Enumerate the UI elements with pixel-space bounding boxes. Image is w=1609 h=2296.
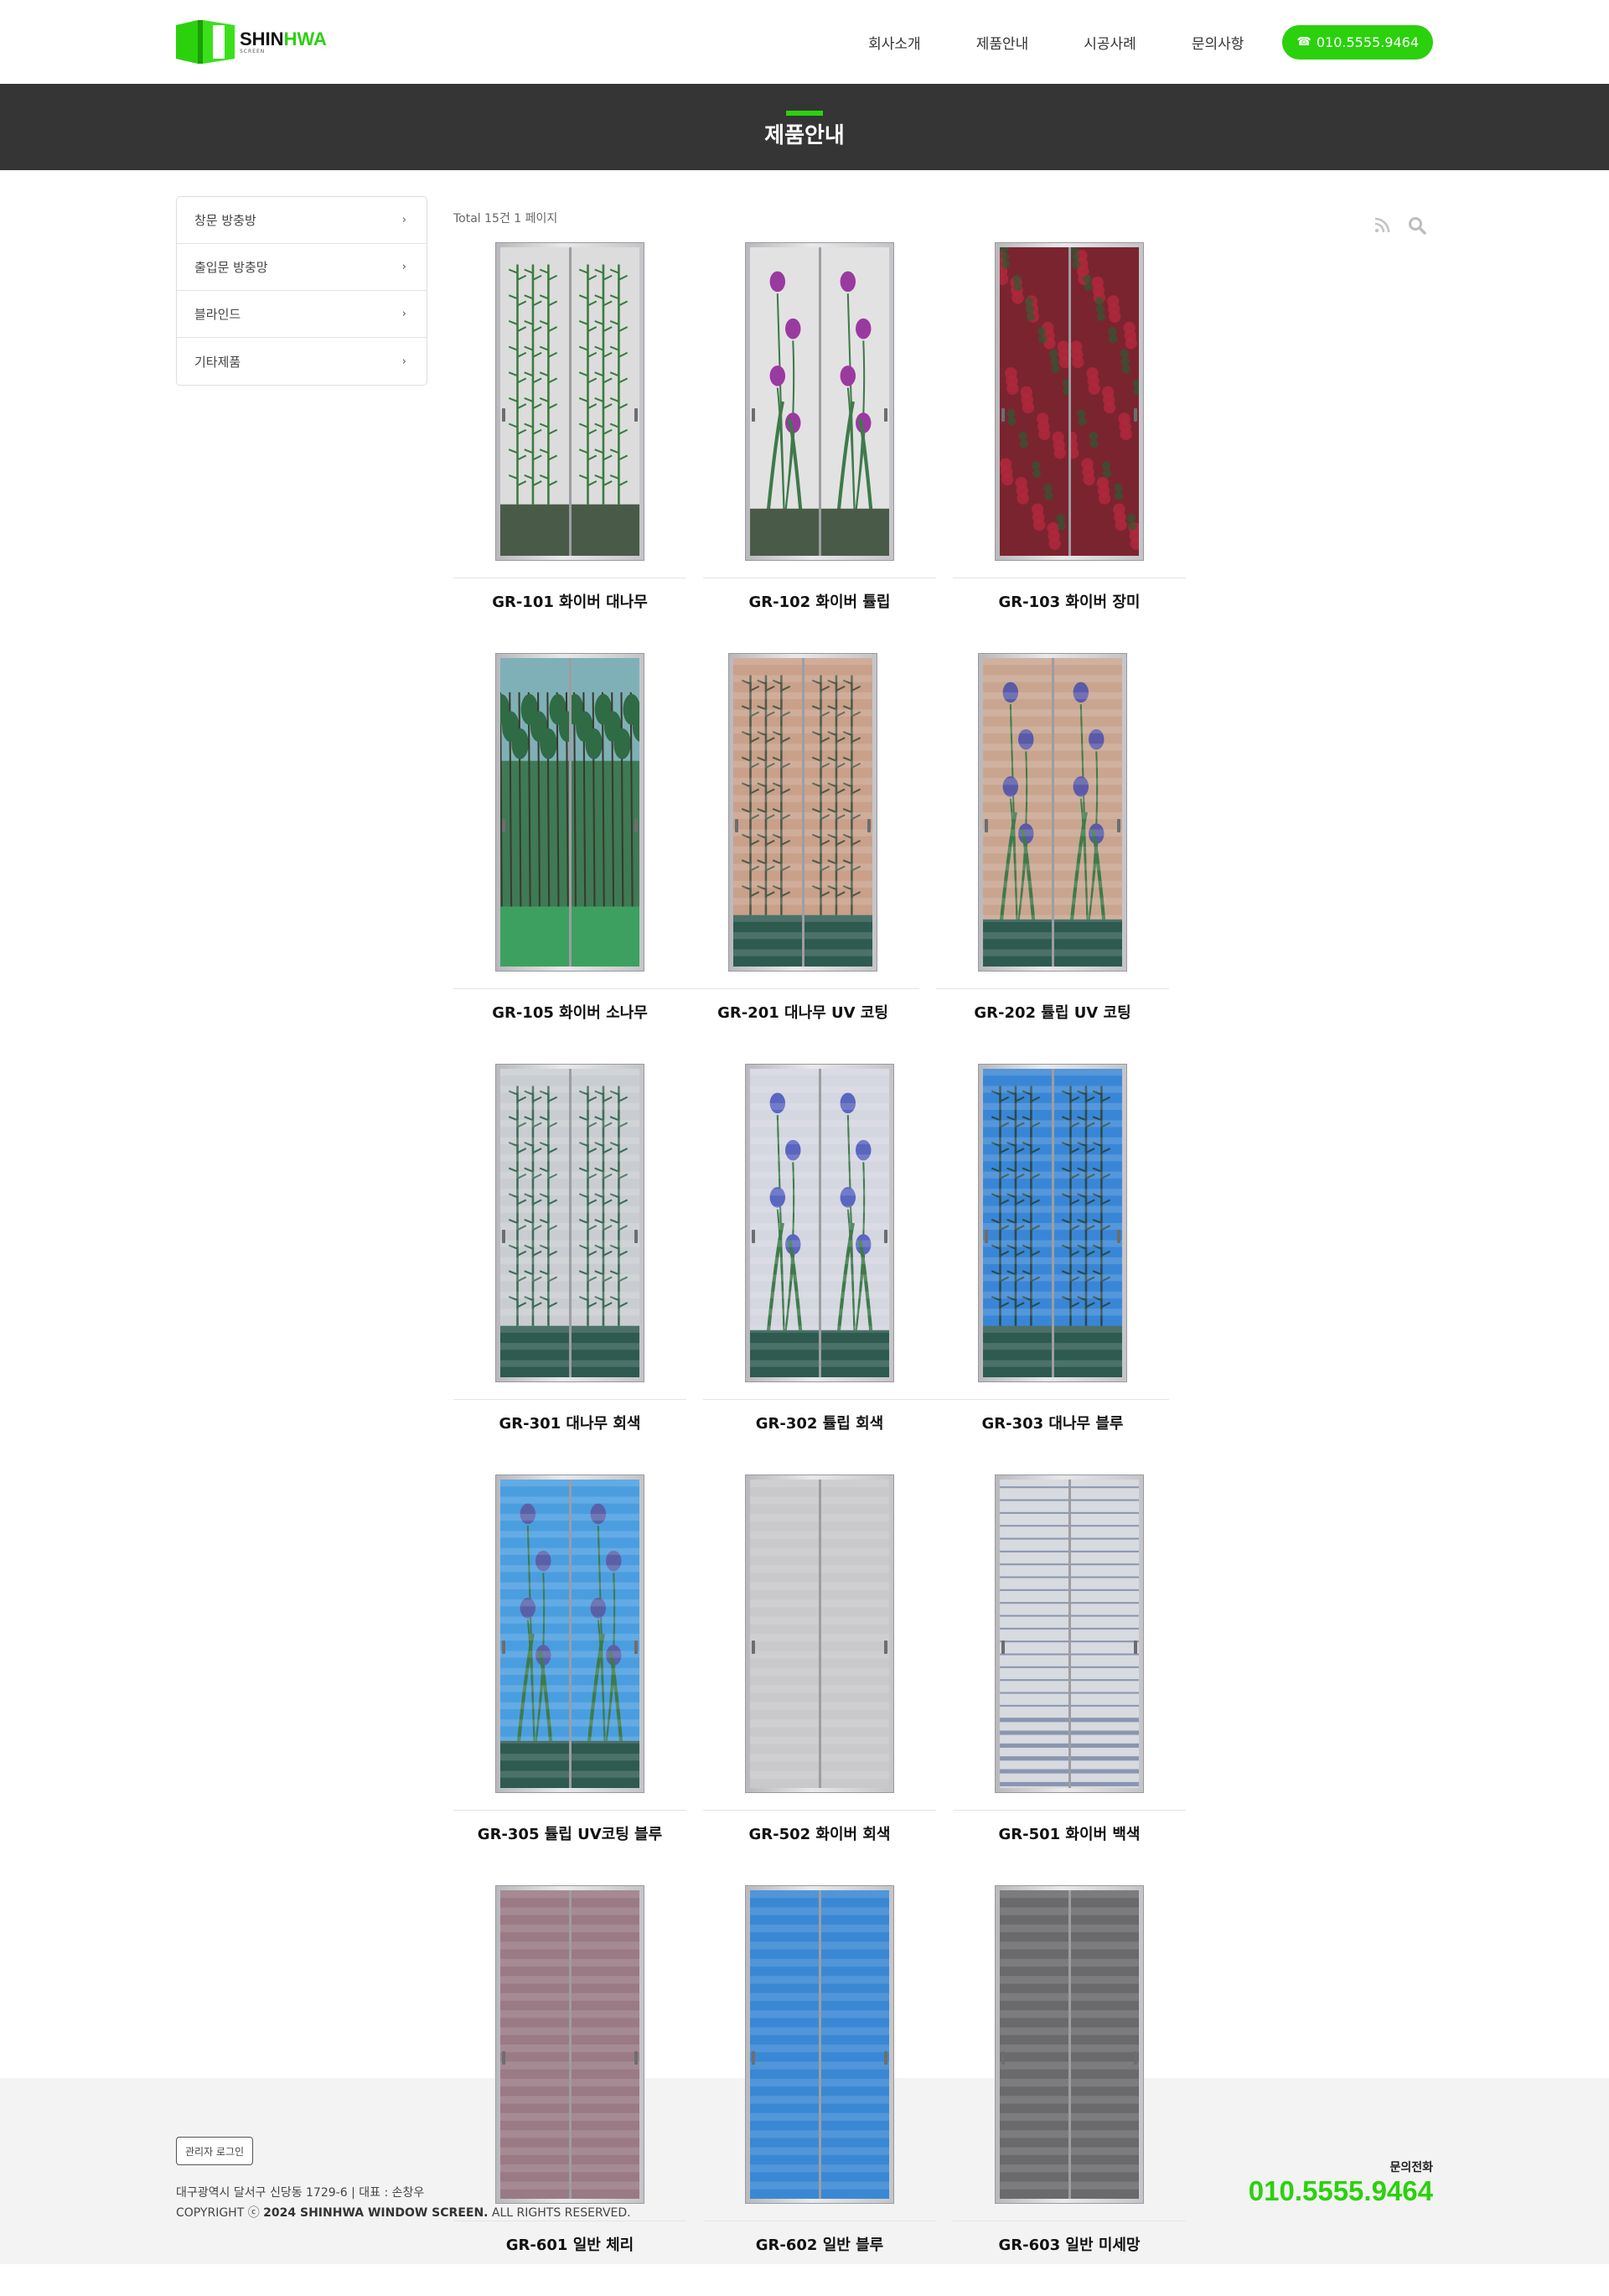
product-thumbnail[interactable]: [453, 242, 686, 561]
footer-address: 대구광역시 달서구 신당동 1729-6 | 대표 : 손창우: [176, 2186, 425, 2200]
product-name[interactable]: GR-103 화이버 장미: [953, 578, 1186, 623]
product-name[interactable]: GR-301 대나무 회색: [453, 1399, 686, 1444]
copyright-prefix: COPYRIGHT ⓒ: [176, 2206, 264, 2220]
product-card[interactable]: GR-103 화이버 장미: [953, 242, 1186, 653]
product-card[interactable]: GR-301 대나무 회색: [453, 1064, 686, 1475]
list-tools: [1373, 210, 1433, 242]
page-title-bar: 제품안내: [0, 84, 1609, 170]
chevron-right-icon: ›: [401, 355, 406, 368]
product-list: Total 15건 1 페이지 GR-101 화이버 대나무 GR-102 화이버…: [453, 196, 1433, 2296]
logo-text: SHINHWA SCREEN: [240, 28, 327, 54]
main-nav: 회사소개 제품안내 시공사례 문의사항 ☎ 010.5555.9464: [813, 24, 1433, 60]
list-toolbar: Total 15건 1 페이지: [453, 196, 1433, 242]
title-accent-bar: [786, 111, 823, 116]
product-image: [495, 1475, 644, 1793]
product-card[interactable]: GR-101 화이버 대나무: [453, 242, 686, 653]
site-header: SHINHWA SCREEN 회사소개 제품안내 시공사례 문의사항 ☎ 010…: [0, 0, 1609, 84]
product-name[interactable]: GR-303 대나무 블루: [936, 1399, 1169, 1444]
product-image: [995, 242, 1144, 561]
logo-subtext: SCREEN: [240, 48, 266, 54]
search-icon[interactable]: [1408, 216, 1426, 235]
product-name[interactable]: GR-501 화이버 백색: [953, 1810, 1186, 1855]
nav-item-cases[interactable]: 시공사례: [1084, 32, 1136, 53]
product-image: [995, 1475, 1144, 1793]
product-thumbnail[interactable]: [953, 1475, 1186, 1793]
product-image: [495, 653, 644, 972]
product-name[interactable]: GR-305 튤립 UV코팅 블루: [453, 1810, 686, 1855]
product-name[interactable]: GR-201 대나무 UV 코팅: [686, 988, 919, 1034]
product-name[interactable]: GR-102 화이버 튤립: [703, 578, 936, 623]
product-name[interactable]: GR-502 화이버 회색: [703, 1810, 936, 1855]
product-name[interactable]: GR-105 화이버 소나무: [453, 988, 686, 1034]
sidebar: 창문 방충방 › 출입문 방충망 › 블라인드 › 기타제품 ›: [176, 196, 427, 2296]
product-image: [745, 242, 894, 561]
contact-label: 문의전화: [1389, 2161, 1433, 2174]
rss-icon[interactable]: [1373, 216, 1391, 235]
phone-button-label: 010.5555.9464: [1316, 34, 1419, 50]
logo-text-dark: SHIN: [240, 28, 284, 49]
product-thumbnail[interactable]: [686, 653, 919, 972]
product-card[interactable]: GR-502 화이버 회색: [703, 1475, 936, 1885]
product-card[interactable]: GR-201 대나무 UV 코팅: [686, 653, 919, 1064]
logo-mark-icon: [176, 20, 235, 64]
product-card[interactable]: GR-105 화이버 소나무: [453, 653, 686, 1064]
content-area: 창문 방충방 › 출입문 방충망 › 블라인드 › 기타제품 › Total 1…: [0, 170, 1609, 2254]
product-image: [495, 1064, 644, 1382]
copyright-suffix: ALL RIGHTS RESERVED.: [488, 2206, 631, 2220]
total-count: Total 15건 1 페이지: [453, 212, 558, 225]
sidebar-item-door-screen[interactable]: 출입문 방충망 ›: [177, 244, 427, 291]
product-image: [978, 1064, 1127, 1382]
nav-item-products[interactable]: 제품안내: [976, 32, 1029, 53]
footer-copyright: COPYRIGHT ⓒ 2024 SHINHWA WINDOW SCREEN. …: [176, 2204, 631, 2221]
product-image: [495, 242, 644, 561]
product-card[interactable]: GR-501 화이버 백색: [953, 1475, 1186, 1885]
sidebar-item-label: 창문 방충방: [194, 213, 256, 228]
product-image: [745, 1064, 894, 1382]
page-title: 제품안내: [764, 123, 845, 148]
product-thumbnail[interactable]: [953, 242, 1186, 561]
chevron-right-icon: ›: [401, 214, 406, 226]
site-footer: 관리자 로그인 대구광역시 달서구 신당동 1729-6 | 대표 : 손창우 …: [0, 2078, 1609, 2264]
sidebar-item-label: 기타제품: [194, 354, 241, 370]
sidebar-item-blind[interactable]: 블라인드 ›: [177, 291, 427, 338]
contact-number[interactable]: 010.5555.9464: [1249, 2175, 1433, 2207]
sidebar-item-window-screen[interactable]: 창문 방충방 ›: [177, 197, 427, 244]
product-name[interactable]: GR-302 튤립 회색: [703, 1399, 936, 1444]
sidebar-item-label: 블라인드: [194, 307, 241, 322]
product-card[interactable]: GR-302 튤립 회색: [703, 1064, 936, 1475]
product-card[interactable]: GR-303 대나무 블루: [936, 1064, 1169, 1475]
product-thumbnail[interactable]: [703, 1475, 936, 1793]
sidebar-menu: 창문 방충방 › 출입문 방충망 › 블라인드 › 기타제품 ›: [176, 196, 427, 386]
product-thumbnail[interactable]: [936, 653, 1169, 972]
product-grid: GR-101 화이버 대나무 GR-102 화이버 튤립 GR-103 화이버 장미…: [453, 242, 1433, 2296]
product-thumbnail[interactable]: [453, 1064, 686, 1382]
logo-text-green: HWA: [283, 28, 327, 49]
product-image: [978, 653, 1127, 972]
sidebar-item-label: 출입문 방충망: [194, 260, 268, 275]
sidebar-item-other[interactable]: 기타제품 ›: [177, 338, 427, 385]
product-thumbnail[interactable]: [703, 1064, 936, 1382]
chevron-right-icon: ›: [401, 308, 406, 320]
copyright-company: 2024 SHINHWA WINDOW SCREEN.: [263, 2206, 489, 2220]
product-card[interactable]: GR-305 튤립 UV코팅 블루: [453, 1475, 686, 1885]
site-logo[interactable]: SHINHWA SCREEN: [176, 20, 327, 64]
product-thumbnail[interactable]: [936, 1064, 1169, 1382]
product-image: [728, 653, 877, 972]
product-thumbnail[interactable]: [453, 1475, 686, 1793]
nav-item-inquiry[interactable]: 문의사항: [1192, 32, 1244, 53]
product-name[interactable]: GR-202 튤립 UV 코팅: [936, 988, 1169, 1034]
product-name[interactable]: GR-101 화이버 대나무: [453, 578, 686, 623]
nav-item-company[interactable]: 회사소개: [868, 32, 921, 53]
chevron-right-icon: ›: [401, 261, 406, 273]
phone-button[interactable]: ☎ 010.5555.9464: [1282, 24, 1433, 60]
product-thumbnail[interactable]: [453, 653, 686, 972]
product-image: [745, 1475, 894, 1793]
product-card[interactable]: GR-102 화이버 튤립: [703, 242, 936, 653]
phone-icon: ☎: [1296, 35, 1312, 49]
product-card[interactable]: GR-202 튤립 UV 코팅: [936, 653, 1169, 1064]
admin-login-button[interactable]: 관리자 로그인: [176, 2137, 254, 2165]
product-thumbnail[interactable]: [703, 242, 936, 561]
